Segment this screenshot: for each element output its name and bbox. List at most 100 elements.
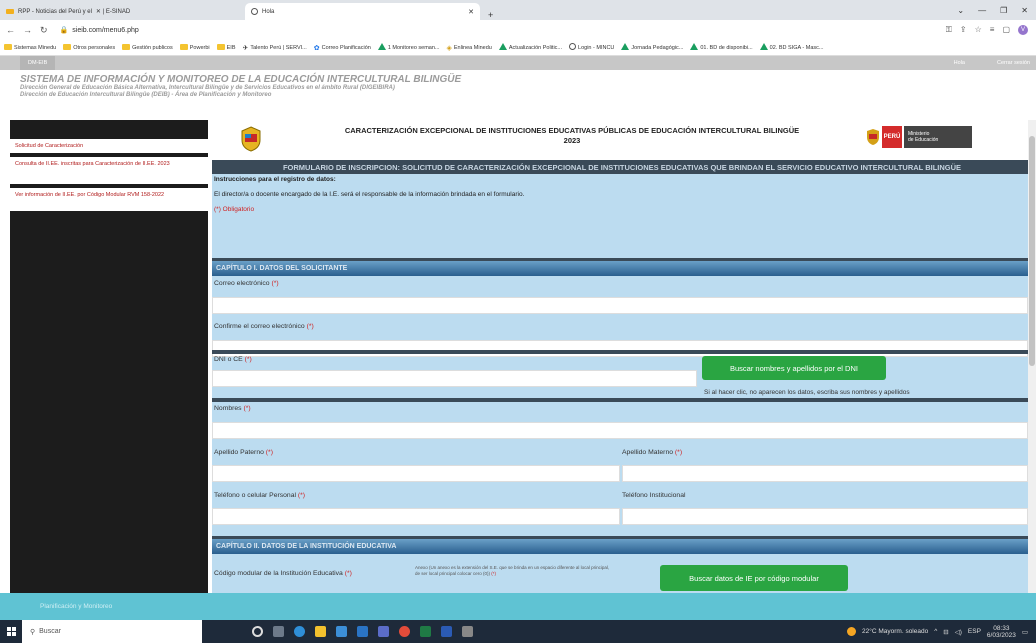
nombres-label: Nombres (*) — [214, 405, 251, 412]
bookmark-item[interactable]: Actualización Politic... — [498, 43, 562, 52]
bookmark-item[interactable]: 02. BD SIGA - Masc... — [759, 43, 823, 52]
network-icon[interactable]: ⊟ — [943, 628, 948, 636]
bookmark-item[interactable]: ✿ Correo Planificación — [314, 44, 371, 52]
taskbar: ⚲ Buscar 22°C Mayorm. soleado ^ ⊟ ◁) ESP… — [0, 620, 1036, 643]
mail-icon[interactable] — [357, 626, 368, 637]
sidebar-item-solicitud[interactable]: Solicitud de Caracterización — [10, 139, 208, 153]
cortana-icon[interactable] — [252, 626, 263, 637]
url-field[interactable]: 🔒 sieib.com/menu6.php — [56, 22, 936, 38]
drive-icon — [690, 43, 699, 52]
section-divider — [212, 350, 1028, 354]
minedu-logo: PERÚ Ministerio de Educación — [866, 126, 972, 148]
nombres-field[interactable] — [212, 422, 1028, 439]
scroll-thumb[interactable] — [1029, 136, 1035, 366]
toolbar-icons: ⚿ ⇪ ☆ ≡ ▢ V — [946, 25, 1036, 35]
bookmark-item[interactable]: ✈ Talento Perú | SERVI... — [243, 44, 307, 52]
apellido-paterno-field[interactable] — [212, 465, 620, 482]
tab-extra: ✕ | E-SINAD — [95, 9, 131, 15]
correo-text: Correo electrónico — [214, 280, 270, 287]
bookmark-item[interactable]: EIB — [216, 43, 236, 52]
confirm-email-field[interactable] — [212, 340, 1028, 357]
store-icon[interactable] — [336, 626, 347, 637]
system-subtitle-1: Dirección General de Educación Básica Al… — [20, 85, 395, 91]
telefono-label: Teléfono o celular Personal (*) — [214, 492, 305, 499]
brand-label: DM-EIB — [20, 56, 56, 70]
close-window-icon[interactable]: ✕ — [1021, 6, 1028, 15]
time-label: 08:33 — [993, 624, 1010, 632]
instructions-heading: Instrucciones para el registro de datos: — [214, 176, 336, 183]
edge-icon[interactable] — [294, 626, 305, 637]
bookmarks-bar: Sistemas Minedu Otros personales Gestión p… — [0, 40, 1036, 56]
dni-field[interactable] — [212, 370, 697, 387]
search-ie-button[interactable]: Buscar datos de IE por código modular — [660, 565, 848, 591]
bookmark-label: Powerbi — [189, 44, 210, 51]
restore-icon[interactable]: ❐ — [1000, 6, 1007, 15]
back-icon[interactable]: ← — [6, 25, 15, 35]
bookmark-item[interactable]: Jornada Pedagógic... — [621, 43, 683, 52]
teams-icon[interactable] — [378, 626, 389, 637]
form-title: FORMULARIO DE INSCRIPCION: SOLICITUD DE … — [212, 160, 1028, 174]
key-icon[interactable]: ⚿ — [946, 25, 952, 35]
system-tray: 22°C Mayorm. soleado ^ ⊟ ◁) ESP 08:33 6/… — [847, 625, 1036, 639]
reload-icon[interactable]: ↻ — [40, 25, 48, 36]
telefono-institucional-field[interactable] — [622, 508, 1028, 525]
weather-text[interactable]: 22°C Mayorm. soleado — [862, 628, 928, 635]
share-icon[interactable]: ⇪ — [960, 25, 967, 35]
bookmark-item[interactable]: 01. BD de disponibi... — [690, 43, 753, 52]
sidebar-item-consulta[interactable]: Consulta de II.EE. inscritas para Caract… — [10, 157, 208, 184]
ap-paterno-text: Apellido Paterno — [214, 449, 264, 456]
volume-icon[interactable]: ◁) — [955, 628, 962, 636]
bookmark-label: Jornada Pedagógic... — [631, 44, 684, 51]
word-icon[interactable] — [441, 626, 452, 637]
pen-icon[interactable] — [462, 626, 473, 637]
tab-hola[interactable]: Hola ✕ — [245, 3, 480, 20]
bookmark-item[interactable]: Sistemas Minedu — [4, 43, 56, 52]
bookmark-label: Enlinea Minedu — [453, 44, 492, 51]
sidebar-icon[interactable]: ▢ — [1002, 25, 1010, 35]
bookmark-label: Otros personales — [73, 44, 116, 51]
email-field[interactable] — [212, 297, 1028, 314]
apellido-materno-field[interactable] — [622, 465, 1028, 482]
bookmark-item[interactable]: 1 Monitoreo seman... — [377, 43, 440, 52]
new-tab-button[interactable]: + — [480, 10, 501, 20]
taskbar-apps — [252, 626, 473, 637]
bookmark-label: Correo Planificación — [321, 44, 371, 51]
taskbar-search[interactable]: ⚲ Buscar — [22, 620, 202, 643]
windows-start-icon[interactable] — [0, 627, 22, 636]
chevron-down-icon[interactable]: ⌄ — [957, 6, 964, 15]
dni-text: DNI o CE — [214, 356, 243, 363]
close-tab-icon[interactable]: ✕ — [468, 8, 474, 16]
search-dni-button[interactable]: Buscar nombres y apellidos por el DNI — [702, 356, 886, 380]
bookmark-item[interactable]: Login - MINCU — [569, 43, 614, 52]
clock[interactable]: 08:33 6/03/2023 — [987, 625, 1016, 639]
reading-list-icon[interactable]: ≡ — [990, 25, 995, 35]
task-view-icon[interactable] — [273, 626, 284, 637]
star-icon[interactable]: ☆ — [975, 25, 982, 35]
gear-icon: ✿ — [313, 44, 320, 52]
excel-icon[interactable] — [420, 626, 431, 637]
telefono-field[interactable] — [212, 508, 620, 525]
minimize-icon[interactable]: — — [978, 6, 986, 15]
req-mark: (*) — [674, 449, 683, 456]
req-mark: (*) — [297, 492, 306, 499]
bookmark-item[interactable]: Otros personales — [63, 43, 116, 52]
forward-icon[interactable]: → — [23, 25, 32, 35]
de-educacion-text: de Educación — [908, 137, 939, 143]
logout-link[interactable]: Cerrar sesión — [997, 60, 1030, 66]
notification-icon[interactable]: ▭ — [1022, 628, 1028, 636]
lang-label[interactable]: ESP — [968, 628, 981, 635]
sidebar-item-ver-informacion[interactable]: Ver información de II.EE. por Código Mod… — [10, 188, 208, 211]
chrome-icon[interactable] — [399, 626, 410, 637]
bookmark-item[interactable]: Powerbi — [179, 43, 210, 52]
page-scrollbar[interactable] — [1028, 120, 1036, 593]
bookmark-item[interactable]: Gestión publicos — [122, 43, 173, 52]
globe-icon — [569, 43, 577, 52]
profile-avatar[interactable]: V — [1018, 25, 1028, 35]
bookmark-item[interactable]: ◈ Enlinea Minedu — [447, 44, 492, 52]
anexo-text: Anexo (Un anexo es la extensión del S.E.… — [415, 565, 610, 576]
confirme-text: Confirme el correo electrónico — [214, 323, 305, 330]
tab-rpp[interactable]: RPP - Noticias del Perú y el ✕ | E-SINAD — [0, 3, 245, 20]
chevron-up-icon[interactable]: ^ — [934, 628, 937, 635]
page-icon: ✈ — [242, 44, 249, 52]
file-explorer-icon[interactable] — [315, 626, 326, 637]
